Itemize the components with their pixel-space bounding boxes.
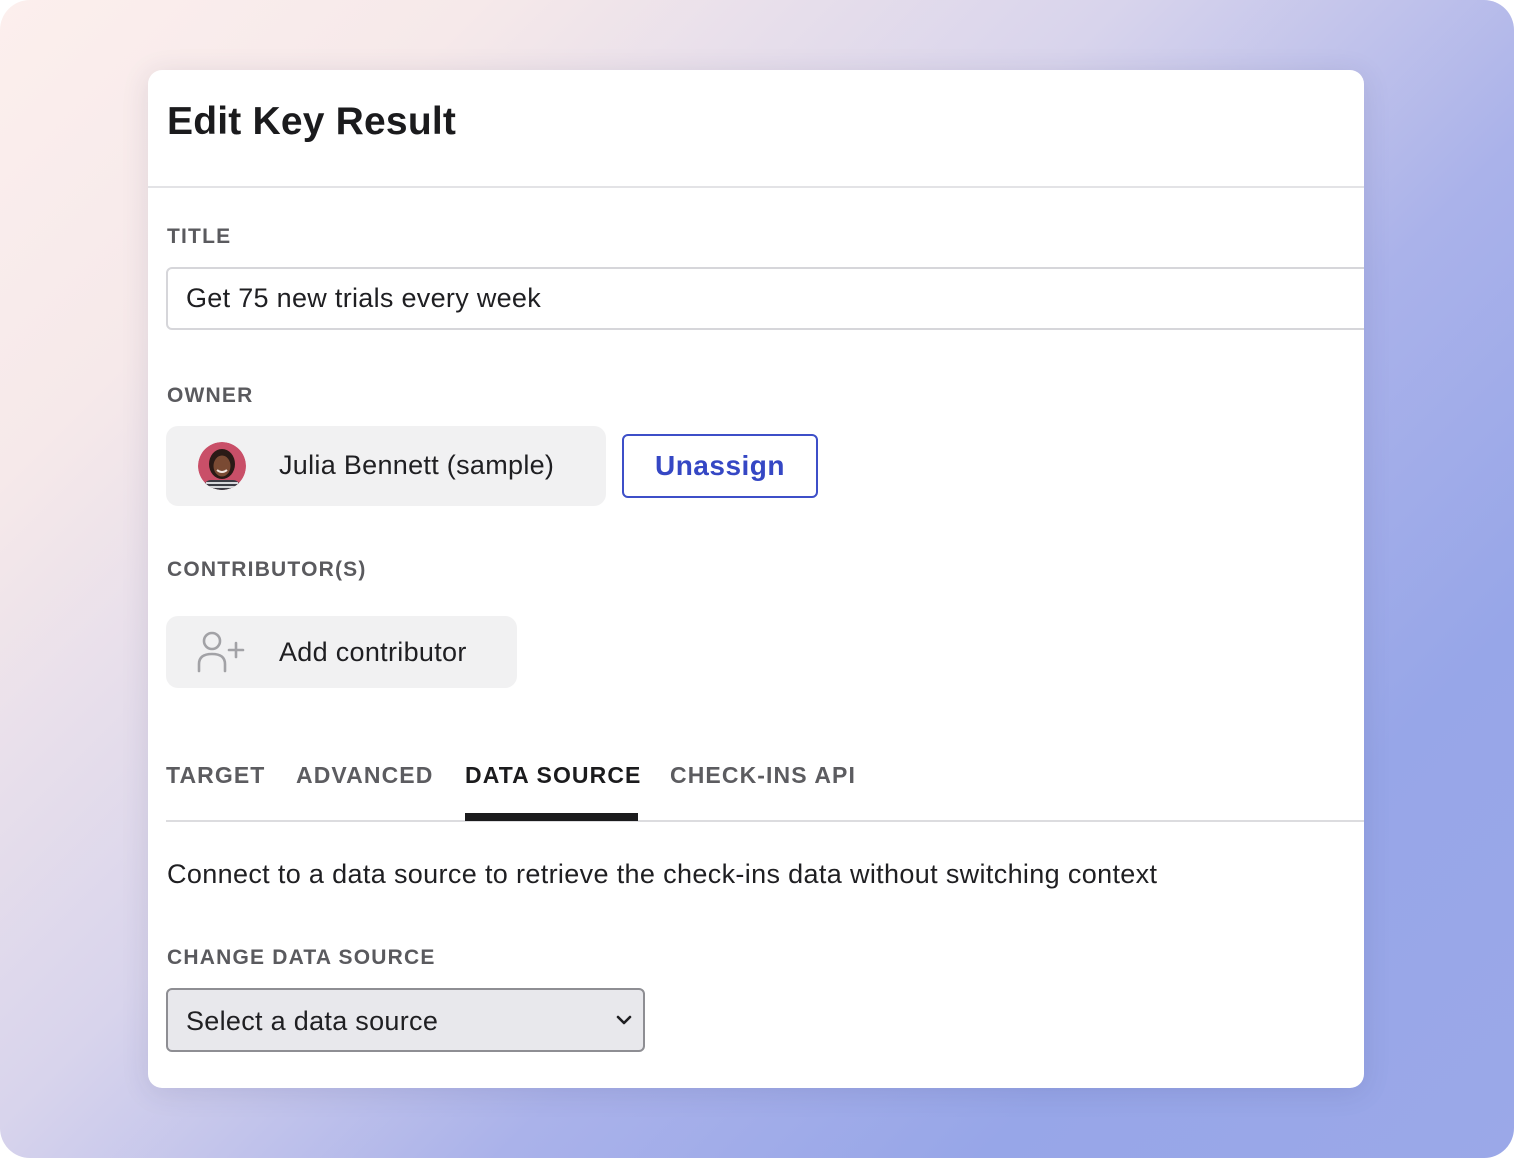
unassign-button[interactable]: Unassign bbox=[622, 434, 818, 498]
add-user-icon bbox=[197, 631, 245, 673]
modal-title: Edit Key Result bbox=[167, 100, 457, 143]
change-data-source-label: CHANGE DATA SOURCE bbox=[167, 946, 436, 969]
edit-key-result-modal: Edit Key Result TITLE OWNER bbox=[148, 70, 1364, 1088]
contributors-label: CONTRIBUTOR(S) bbox=[167, 558, 367, 581]
add-contributor-button[interactable]: Add contributor bbox=[166, 616, 517, 688]
title-input[interactable] bbox=[166, 267, 1364, 330]
data-source-select-value: Select a data source bbox=[186, 1006, 439, 1036]
owner-chip[interactable]: Julia Bennett (sample) bbox=[166, 426, 606, 506]
active-tab-indicator bbox=[465, 813, 638, 821]
tab-target[interactable]: TARGET bbox=[166, 762, 265, 820]
data-source-description: Connect to a data source to retrieve the… bbox=[167, 859, 1158, 889]
tab-bar: TARGET ADVANCED DATA SOURCE CHECK-INS AP… bbox=[166, 750, 1364, 822]
title-label: TITLE bbox=[167, 225, 232, 248]
data-source-select[interactable]: Select a data source bbox=[166, 988, 645, 1052]
gradient-background: Edit Key Result TITLE OWNER bbox=[0, 0, 1514, 1158]
owner-avatar bbox=[198, 442, 246, 490]
tab-data-source[interactable]: DATA SOURCE bbox=[465, 762, 642, 820]
owner-name: Julia Bennett (sample) bbox=[279, 450, 555, 480]
modal-header: Edit Key Result bbox=[148, 70, 1364, 188]
add-contributor-label: Add contributor bbox=[279, 637, 467, 667]
owner-label: OWNER bbox=[167, 384, 254, 407]
chevron-down-icon bbox=[616, 1015, 632, 1025]
tab-check-ins-api[interactable]: CHECK-INS API bbox=[670, 762, 856, 820]
tab-advanced[interactable]: ADVANCED bbox=[296, 762, 433, 820]
